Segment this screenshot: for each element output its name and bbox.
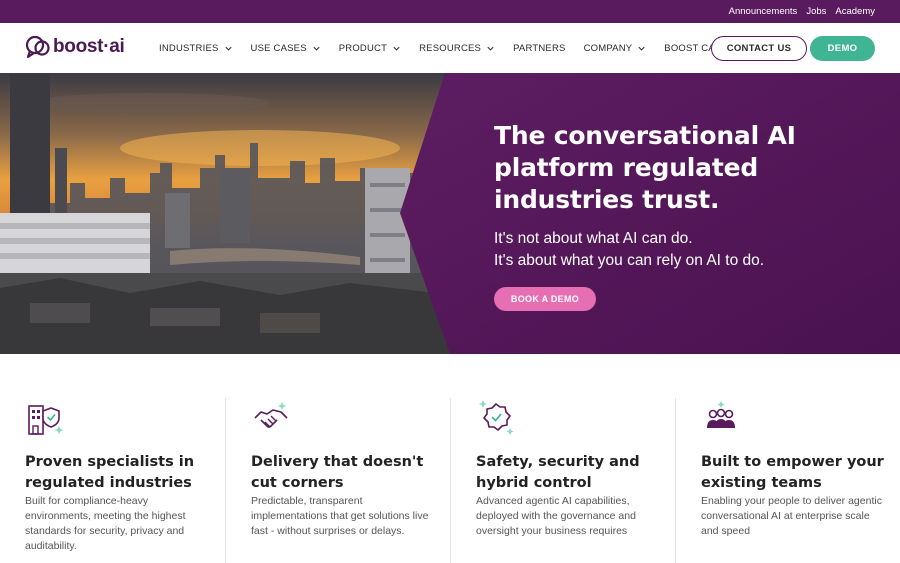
nav-item-label: PARTNERS	[513, 42, 566, 54]
top-utility-bar: Announcements Jobs Academy	[0, 0, 900, 23]
nav-menu: INDUSTRIES USE CASES PRODUCT RESOURCES P…	[159, 23, 772, 73]
badge-check-icon	[478, 400, 514, 435]
chevron-down-icon	[393, 46, 400, 51]
handshake-icon	[254, 402, 288, 428]
feature-card: Proven specialists in regulated industri…	[0, 398, 225, 563]
hero-subtitle: It's not about what AI can do. It's abou…	[494, 228, 874, 272]
nav-item-resources[interactable]: RESOURCES	[419, 43, 495, 54]
feature-title: Safety, security and hybrid control	[476, 454, 640, 491]
chevron-down-icon	[224, 46, 232, 51]
contact-us-button[interactable]: CONTACT US	[711, 36, 807, 61]
hero-section: The conversational AI platform regulated…	[0, 73, 900, 354]
chat-bubbles-logo-icon	[25, 35, 50, 59]
logo-wordmark: boost·ai	[53, 36, 125, 57]
utility-links: Announcements Jobs Academy	[729, 0, 875, 23]
feature-card: Safety, security and hybrid control Adva…	[450, 398, 675, 563]
chevron-down-icon	[487, 46, 494, 51]
nav-item-label: PRODUCT	[338, 42, 388, 54]
feature-title: Delivery that doesn't cut corners	[251, 454, 424, 491]
feature-description: Enabling your people to deliver agentic …	[701, 495, 882, 537]
feature-description: Predictable, transparent implementations…	[251, 495, 429, 537]
nav-item-use-cases[interactable]: USE CASES	[251, 43, 321, 54]
features-section: Proven specialists in regulated industri…	[0, 354, 900, 563]
academy-link[interactable]: Academy	[835, 6, 875, 17]
nav-item-partners[interactable]: PARTNERS	[513, 43, 565, 54]
hero-subtitle-line-2: It's about what you can rely on AI to do…	[494, 252, 765, 269]
nav-item-product[interactable]: PRODUCT	[339, 43, 401, 54]
hero-text-block: The conversational AI platform regulated…	[494, 120, 874, 272]
feature-card: Built to empower your existing teams Ena…	[675, 398, 900, 563]
chevron-down-icon	[638, 46, 645, 51]
nav-item-label: COMPANY	[583, 42, 633, 54]
nav-item-company[interactable]: COMPANY	[584, 43, 647, 54]
main-navigation: boost·ai INDUSTRIES USE CASES PRODUCT RE…	[0, 23, 900, 73]
building-shield-icon	[28, 405, 64, 435]
hero-headline: The conversational AI platform regulated…	[494, 121, 796, 214]
nav-item-label: USE CASES	[250, 42, 307, 54]
announcements-link[interactable]: Announcements	[729, 6, 798, 17]
boost-ai-logo[interactable]: boost·ai	[25, 35, 125, 59]
feature-description: Advanced agentic AI capabilities, deploy…	[476, 495, 636, 537]
book-a-demo-button[interactable]: BOOK A DEMO	[494, 287, 596, 311]
feature-title: Built to empower your existing teams	[701, 454, 884, 491]
nav-item-label: INDUSTRIES	[159, 42, 219, 54]
chevron-down-icon	[313, 46, 320, 51]
team-icon	[707, 401, 735, 428]
feature-description: Built for compliance-heavy environments,…	[25, 495, 186, 552]
jobs-link[interactable]: Jobs	[806, 6, 826, 17]
feature-card: Delivery that doesn't cut corners Predic…	[225, 398, 450, 563]
nav-item-industries[interactable]: INDUSTRIES	[159, 43, 233, 54]
feature-title: Proven specialists in regulated industri…	[25, 454, 195, 491]
nav-item-label: RESOURCES	[419, 42, 482, 54]
hero-subtitle-line-1: It's not about what AI can do.	[494, 230, 693, 247]
demo-button[interactable]: DEMO	[810, 36, 875, 61]
